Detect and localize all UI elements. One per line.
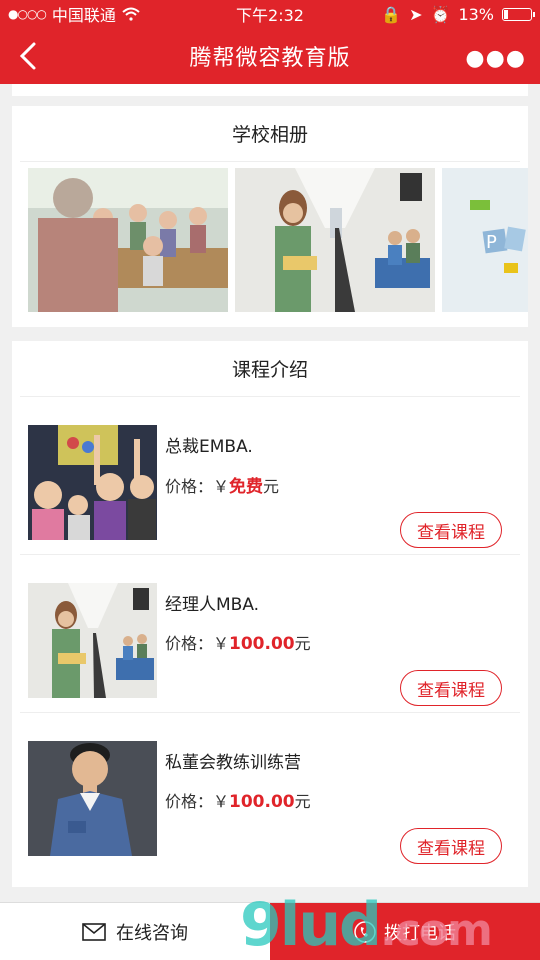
course-intro-section: 课程介绍 总裁EMBA. 价格：￥免费元 查看课程 经理人MBA. 价格：￥10…	[12, 341, 528, 887]
school-album-section: 学校相册 P	[12, 106, 528, 327]
hallway-student-photo[interactable]	[235, 168, 435, 312]
course-item: 总裁EMBA. 价格：￥免费元 查看课程	[12, 397, 528, 555]
nav-bar: 腾帮微容教育版 ●●●	[0, 28, 540, 84]
course-price: 价格：￥免费元	[165, 472, 279, 497]
consult-label: 在线咨询	[116, 922, 188, 944]
course-item: 经理人MBA. 价格：￥100.00元 查看课程	[12, 555, 528, 713]
price-unit: 元	[294, 792, 311, 811]
signal-icon: ●○○○	[8, 7, 47, 21]
carrier-label: 中国联通	[51, 6, 116, 25]
alarm-icon: ⏰	[430, 4, 451, 24]
course-name: 总裁EMBA.	[165, 437, 253, 457]
album-photo-strip[interactable]: P	[12, 168, 528, 318]
course-item: 私董会教练训练营 价格：￥100.00元 查看课程	[12, 713, 528, 871]
courses-title: 课程介绍	[20, 341, 520, 397]
back-arrow-icon[interactable]	[14, 38, 44, 74]
view-course-button[interactable]: 查看课程	[400, 670, 502, 706]
online-consult-button[interactable]: 在线咨询	[0, 903, 270, 960]
price-unit: 元	[263, 477, 280, 496]
price-unit: 元	[294, 634, 311, 653]
course-thumbnail[interactable]	[28, 583, 157, 698]
mail-icon	[82, 922, 106, 941]
site-watermark: 9lud.com	[240, 890, 493, 960]
classroom-photo[interactable]	[28, 168, 228, 312]
price-value: 100.00	[229, 634, 295, 654]
status-bar: ●○○○ 中国联通 下午2:32 🔒 ➤ ⏰ 13%	[0, 0, 540, 28]
price-label: 价格：￥	[165, 477, 230, 496]
location-icon: ➤	[409, 4, 423, 24]
page-title: 腾帮微容教育版	[189, 46, 351, 71]
view-course-button[interactable]: 查看课程	[400, 828, 502, 864]
course-price: 价格：￥100.00元	[165, 788, 311, 812]
price-value: 100.00	[229, 792, 295, 812]
svg-text:P: P	[486, 232, 497, 253]
course-name: 私董会教练训练营	[165, 753, 301, 773]
wifi-icon	[122, 7, 140, 21]
rotation-lock-icon: 🔒	[381, 4, 402, 24]
view-course-button[interactable]: 查看课程	[400, 512, 502, 548]
previous-section-edge	[12, 84, 528, 96]
course-price: 价格：￥100.00元	[165, 630, 311, 654]
battery-icon	[502, 7, 535, 21]
ppt-photo[interactable]: P	[442, 168, 528, 312]
clock: 下午2:32	[236, 6, 304, 25]
price-label: 价格：￥	[165, 634, 230, 653]
price-value: 免费	[229, 477, 264, 497]
battery-percent: 13%	[458, 4, 494, 24]
course-thumbnail[interactable]	[28, 741, 157, 856]
price-label: 价格：￥	[165, 792, 230, 811]
course-name: 经理人MBA.	[165, 595, 260, 615]
course-thumbnail[interactable]	[28, 425, 157, 540]
album-title: 学校相册	[20, 106, 520, 162]
more-options-icon[interactable]: ●●●	[465, 46, 526, 71]
